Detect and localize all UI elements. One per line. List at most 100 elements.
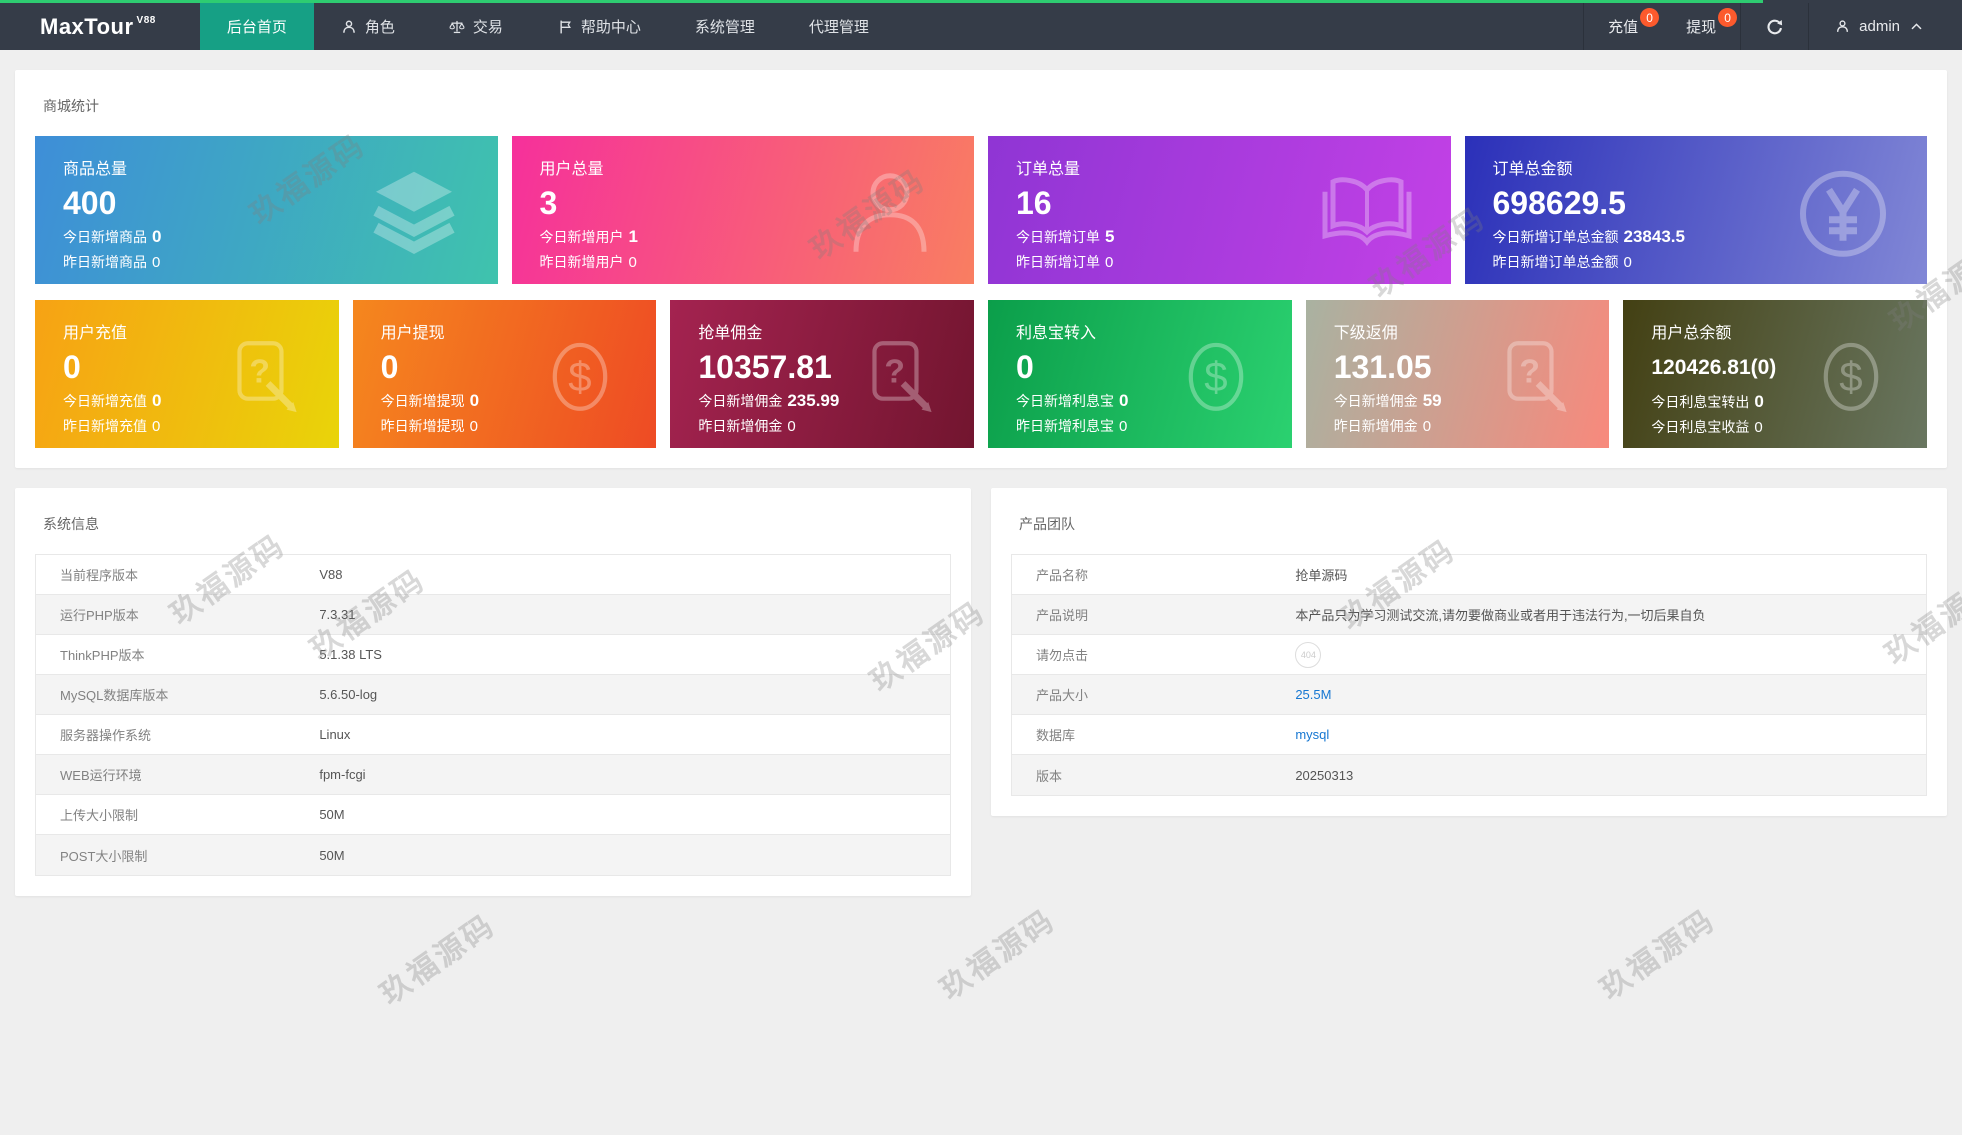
layers-icon — [364, 164, 464, 264]
yesterday-label: 昨日新增订单 — [1016, 254, 1100, 270]
menu-item[interactable]: 角色 — [314, 3, 422, 50]
row-value: 50M — [319, 848, 344, 863]
doc-question-icon: ? — [221, 335, 305, 419]
row-value-link[interactable]: mysql — [1295, 727, 1329, 742]
table-row: POST大小限制50M — [36, 835, 950, 875]
stat-card-icon-wrap: ? — [221, 335, 305, 424]
stat-card-icon-wrap: ? — [856, 335, 940, 424]
nav-action-button[interactable]: 充值0 — [1583, 3, 1662, 50]
menu-item-label: 代理管理 — [809, 16, 869, 37]
row-label: 上传大小限制 — [36, 805, 319, 824]
stat-card: 利息宝转入0今日新增利息宝0昨日新增利息宝0$ — [988, 300, 1292, 448]
system-info-title: 系统信息 — [35, 508, 951, 554]
nav-action-button[interactable]: 提现0 — [1662, 3, 1740, 50]
stats-panel-title: 商城统计 — [35, 90, 1927, 136]
admin-dropdown[interactable]: admin — [1808, 3, 1962, 50]
table-row: 服务器操作系统Linux — [36, 715, 950, 755]
doc-question-icon: ? — [856, 335, 940, 419]
scales-icon — [449, 19, 465, 35]
refresh-icon — [1765, 17, 1784, 36]
today-value: 1 — [629, 227, 638, 246]
product-team-table: 产品名称抢单源码产品说明本产品只为学习测试交流,请勿要做商业或者用于违法行为,一… — [1011, 554, 1927, 796]
row-value: 5.1.38 LTS — [319, 647, 382, 662]
stat-card-icon-wrap — [364, 164, 464, 269]
logo-version: V88 — [137, 15, 156, 26]
shop-stats-panel: 商城统计 商品总量400今日新增商品0昨日新增商品0用户总量3今日新增用户1昨日… — [15, 70, 1947, 468]
menu-item-label: 帮助中心 — [581, 16, 641, 37]
chevron-up-icon — [1909, 19, 1924, 34]
yesterday-value: 0 — [1624, 254, 1632, 271]
bottom-section: 系统信息 当前程序版本V88运行PHP版本7.3.31ThinkPHP版本5.1… — [15, 488, 1947, 896]
stat-card-icon-wrap — [1317, 164, 1417, 269]
today-value: 59 — [1423, 391, 1442, 410]
row-label: WEB运行环境 — [36, 765, 319, 784]
row-value: 5.6.50-log — [319, 687, 377, 702]
yesterday-value: 0 — [1423, 418, 1431, 435]
today-label: 今日利息宝转出 — [1651, 394, 1749, 410]
yesterday-value: 0 — [629, 254, 637, 271]
badge-404[interactable]: 404 — [1295, 642, 1321, 668]
flag-icon — [557, 19, 573, 35]
row-label: 请勿点击 — [1012, 645, 1295, 664]
yesterday-value: 0 — [1119, 418, 1127, 435]
table-row: 产品说明本产品只为学习测试交流,请勿要做商业或者用于违法行为,一切后果自负 — [1012, 595, 1926, 635]
menu-item-label: 后台首页 — [227, 16, 287, 37]
dollar-circle-icon: $ — [538, 335, 622, 419]
today-value: 0 — [152, 391, 161, 410]
table-row: 当前程序版本V88 — [36, 555, 950, 595]
stat-card-icon-wrap: $ — [1809, 335, 1893, 424]
today-label: 今日新增订单总金额 — [1493, 229, 1619, 245]
row-label: 产品说明 — [1012, 605, 1295, 624]
yesterday-label: 昨日新增提现 — [381, 418, 465, 434]
dollar-circle-icon: $ — [1174, 335, 1258, 419]
stat-card-icon-wrap: $ — [538, 335, 622, 424]
row-value: 50M — [319, 807, 344, 822]
today-label: 今日新增充值 — [63, 393, 147, 409]
yesterday-label: 昨日新增订单总金额 — [1493, 254, 1619, 270]
stat-card: 用户充值0今日新增充值0昨日新增充值0? — [35, 300, 339, 448]
today-value: 0 — [1119, 391, 1128, 410]
menu-item[interactable]: 后台首页 — [200, 3, 314, 50]
nav-action-label: 充值 — [1608, 16, 1638, 37]
row-label: MySQL数据库版本 — [36, 685, 319, 704]
menu-item[interactable]: 系统管理 — [668, 3, 782, 50]
table-row: WEB运行环境fpm-fcgi — [36, 755, 950, 795]
row-value: 抢单源码 — [1295, 565, 1347, 584]
yesterday-label: 昨日新增充值 — [63, 418, 147, 434]
table-row: 上传大小限制50M — [36, 795, 950, 835]
row-label: 当前程序版本 — [36, 565, 319, 584]
notification-badge: 0 — [1718, 8, 1737, 27]
navbar-right: 充值0提现0 admin — [1583, 3, 1962, 50]
table-row: 请勿点击404 — [1012, 635, 1926, 675]
admin-username: admin — [1859, 18, 1900, 35]
yesterday-value: 0 — [152, 254, 160, 271]
top-navbar: MaxTour V88 后台首页角色交易帮助中心系统管理代理管理 充值0提现0 … — [0, 0, 1962, 50]
today-label: 今日新增用户 — [540, 229, 624, 245]
row-value: 20250313 — [1295, 768, 1353, 783]
watermark-text: 玖福源码 — [369, 901, 502, 1013]
stat-card: 用户总量3今日新增用户1昨日新增用户0 — [512, 136, 975, 284]
today-value: 0 — [470, 391, 479, 410]
row-value: 7.3.31 — [319, 607, 355, 622]
today-label: 今日新增佣金 — [698, 393, 782, 409]
row-value: 本产品只为学习测试交流,请勿要做商业或者用于违法行为,一切后果自负 — [1295, 605, 1705, 624]
row-value-link[interactable]: 25.5M — [1295, 687, 1331, 702]
stat-card: 商品总量400今日新增商品0昨日新增商品0 — [35, 136, 498, 284]
table-row: MySQL数据库版本5.6.50-log — [36, 675, 950, 715]
row-value: fpm-fcgi — [319, 767, 365, 782]
refresh-button[interactable] — [1740, 3, 1808, 50]
product-team-panel: 产品团队 产品名称抢单源码产品说明本产品只为学习测试交流,请勿要做商业或者用于违… — [991, 488, 1947, 816]
menu-item[interactable]: 代理管理 — [782, 3, 896, 50]
today-label: 今日新增佣金 — [1334, 393, 1418, 409]
today-label: 今日新增商品 — [63, 229, 147, 245]
menu-item[interactable]: 帮助中心 — [530, 3, 668, 50]
stat-card-icon-wrap — [840, 164, 940, 269]
today-label: 今日新增订单 — [1016, 229, 1100, 245]
logo-text: MaxTour — [40, 14, 134, 40]
product-team-title: 产品团队 — [1011, 508, 1927, 554]
user-icon — [341, 19, 357, 35]
doc-question-icon: ? — [1491, 335, 1575, 419]
menu-item[interactable]: 交易 — [422, 3, 530, 50]
yesterday-label: 今日利息宝收益 — [1651, 419, 1749, 435]
stat-card: 用户提现0今日新增提现0昨日新增提现0$ — [353, 300, 657, 448]
